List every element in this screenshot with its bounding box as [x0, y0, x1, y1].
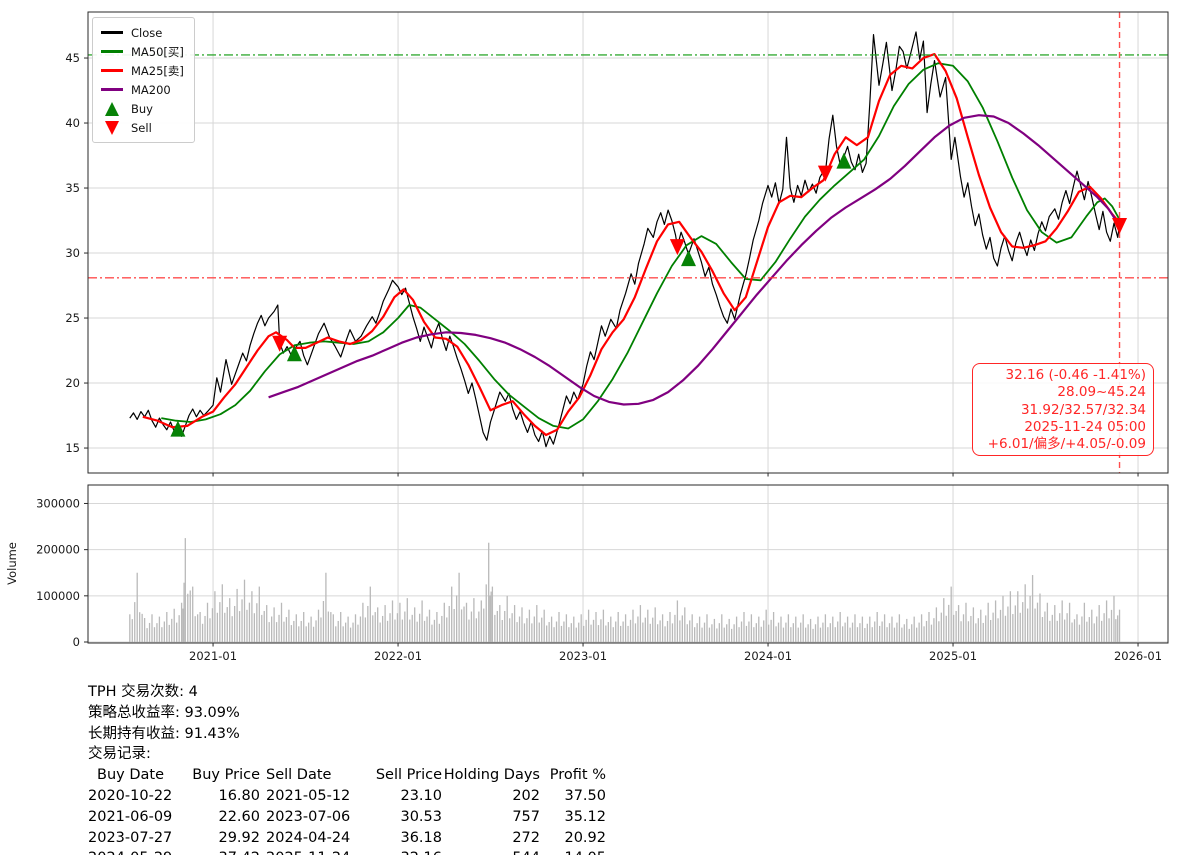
trade-row-cell: 35.12	[564, 808, 606, 825]
trade-row-cell: 32.16	[366, 848, 442, 855]
svg-text:40: 40	[65, 116, 80, 130]
col-header-sell-date: Sell Date	[266, 767, 332, 784]
trade-row-cell: 22.60	[218, 808, 260, 825]
svg-text:100000: 100000	[36, 589, 80, 603]
trade-row-cell: 23.10	[400, 787, 442, 804]
panel-borders	[87, 11, 1169, 644]
trade-row-cell: 2021-05-12	[266, 787, 351, 804]
sell-marker	[817, 165, 833, 182]
svg-text:35: 35	[65, 181, 80, 195]
annotation-bias: +6.01/偏多/+4.05/-0.09	[987, 436, 1146, 453]
legend-label: Close	[131, 25, 163, 40]
trade-records-title: 交易记录:	[88, 746, 151, 763]
stat-hold-return: 长期持有收益: 91.43%	[88, 725, 240, 742]
col-header-holding-days: Holding Days	[443, 767, 540, 784]
annotation-datetime: 2025-11-24 05:00	[1024, 418, 1146, 435]
ma50-line-swatch	[101, 50, 123, 53]
ma200-line	[268, 114, 1121, 406]
col-header-profit: Profit %	[549, 767, 606, 784]
trade-row-cell: 37.42	[188, 848, 260, 855]
legend-label: Sell	[131, 120, 152, 135]
annotation-price-change: 32.16 (-0.46 -1.41%)	[1005, 367, 1146, 383]
volume-axis-label: Volume	[5, 542, 19, 585]
trade-row-cell: 2024-05-29	[88, 848, 188, 855]
legend-label: MA50[买]	[131, 44, 184, 59]
svg-text:2022-01: 2022-01	[374, 649, 422, 663]
volume-bars	[129, 538, 1121, 642]
legend-label: MA25[卖]	[131, 63, 184, 78]
trade-row-cell: 2023-07-06	[266, 808, 351, 825]
stat-strategy-return: 策略总收益率: 93.09%	[88, 704, 240, 721]
trade-row-cell: 2020-10-22	[88, 787, 173, 804]
trade-row-cell: -14.05	[540, 848, 606, 855]
buy-marker	[680, 250, 696, 267]
legend-label: Buy	[131, 101, 153, 116]
svg-text:0: 0	[73, 635, 80, 649]
svg-text:15: 15	[65, 441, 80, 455]
svg-text:2023-01: 2023-01	[559, 649, 607, 663]
col-header-buy-price: Buy Price	[192, 767, 260, 784]
trading-strategy-dashboard: 15 20 25 30 35 40 45 0 100000 200000 300000 2021-01…	[0, 0, 1180, 855]
trade-row-cell: 2021-06-09	[88, 808, 173, 825]
ma200-line-swatch	[101, 88, 123, 91]
svg-text:2024-01: 2024-01	[744, 649, 792, 663]
chart-legend: Close MA50[买] MA25[卖] MA200 Buy Sell	[92, 17, 195, 143]
trade-row-cell: 757	[512, 808, 540, 825]
stat-trade-count: TPH 交易次数: 4	[88, 684, 198, 700]
legend-item-ma50: MA50[买]	[101, 42, 184, 61]
ma25-line-swatch	[101, 69, 123, 72]
svg-text:45: 45	[65, 51, 80, 65]
trade-row-cell: 2023-07-27	[88, 829, 173, 846]
legend-item-close: Close	[101, 23, 184, 42]
sell-triangle-icon	[101, 120, 123, 136]
svg-text:20: 20	[65, 376, 80, 390]
legend-item-ma25: MA25[卖]	[101, 61, 184, 80]
trade-row-cell: 16.80	[218, 787, 260, 804]
strategy-stats: TPH 交易次数: 4 策略总收益率: 93.09% 长期持有收益: 91.43…	[88, 682, 606, 855]
trade-row-cell: 544	[442, 848, 540, 855]
annotation-range: 28.09~45.24	[1057, 384, 1146, 401]
trade-row-cell: 20.92	[564, 829, 606, 846]
svg-text:2021-01: 2021-01	[189, 649, 237, 663]
trade-row-cell: 2024-04-24	[266, 829, 351, 846]
trade-row-cell: 36.18	[400, 829, 442, 846]
svg-text:30: 30	[65, 246, 80, 260]
svg-text:200000: 200000	[36, 543, 80, 557]
svg-text:25: 25	[65, 311, 80, 325]
legend-label: MA200	[131, 82, 171, 97]
legend-item-ma200: MA200	[101, 80, 184, 99]
svg-text:300000: 300000	[36, 496, 80, 510]
svg-text:2025-01: 2025-01	[929, 649, 977, 663]
col-header-buy-date: Buy Date	[97, 767, 164, 784]
trade-row-cell: 2025-11-24	[260, 848, 366, 855]
trade-row-cell: 272	[512, 829, 540, 846]
quote-info-annotation: 32.16 (-0.46 -1.41%) 28.09~45.24 31.92/3…	[972, 363, 1154, 456]
svg-text:2026-01: 2026-01	[1114, 649, 1162, 663]
legend-item-sell: Sell	[101, 118, 184, 137]
buy-triangle-icon	[101, 101, 123, 117]
trade-row-cell: 37.50	[564, 787, 606, 804]
grid-lines	[88, 12, 1168, 643]
axis-ticks	[84, 57, 1139, 647]
trade-row-cell: 29.92	[218, 829, 260, 846]
trade-row-cell: 202	[512, 787, 540, 804]
col-header-sell-price: Sell Price	[375, 767, 442, 784]
annotation-ma-values: 31.92/32.57/32.34	[1020, 401, 1146, 418]
close-line-swatch	[101, 31, 123, 34]
legend-item-buy: Buy	[101, 99, 184, 118]
trade-table: Buy Date Buy Price Sell Date Sell Price …	[88, 765, 606, 855]
trade-row-cell: 30.53	[400, 808, 442, 825]
